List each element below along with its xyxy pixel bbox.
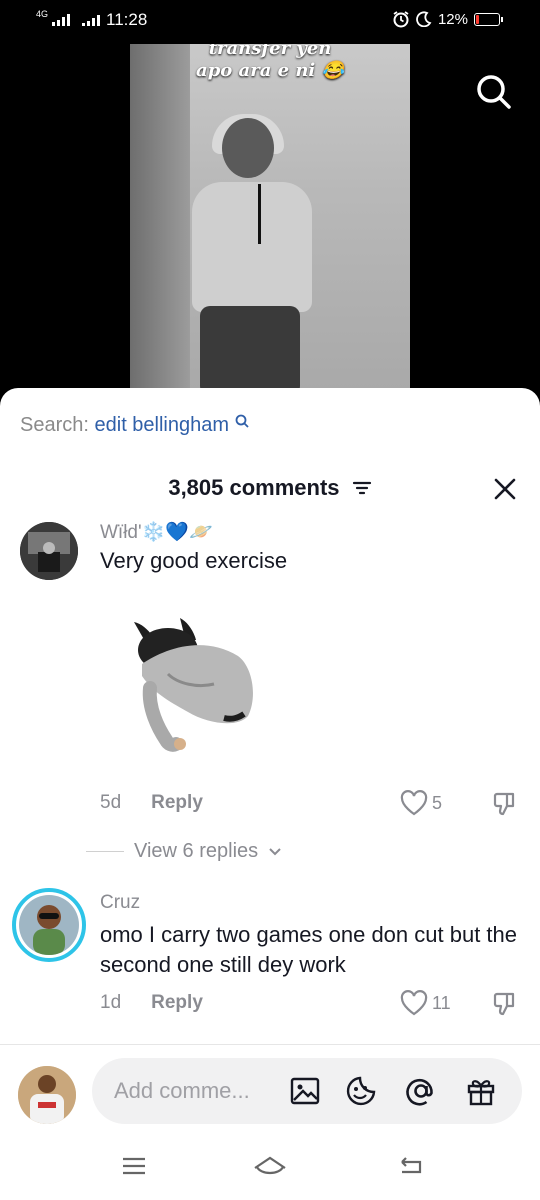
system-nav-bar	[0, 1136, 540, 1200]
search-icon[interactable]	[474, 72, 514, 112]
comments-header: 3,805 comments	[0, 474, 540, 501]
clock: 11:28	[106, 10, 148, 29]
search-suggestion-prefix: Search:	[20, 414, 89, 436]
comment-text: Very good exercise	[100, 548, 288, 573]
sticker-image	[134, 618, 253, 752]
reply-button[interactable]: Reply	[151, 792, 203, 814]
battery-icon	[474, 12, 503, 26]
like-button[interactable]: 11	[400, 990, 451, 1016]
chevron-down-icon	[269, 847, 281, 855]
like-count: 11	[432, 992, 451, 1013]
back-icon[interactable]	[396, 1154, 424, 1178]
comment-age: 5d	[100, 792, 122, 813]
sticker-icon[interactable]	[344, 1074, 378, 1108]
comments-count: 3,805 comments	[168, 475, 340, 501]
home-icon[interactable]	[252, 1154, 288, 1178]
video-wall-shape	[130, 44, 190, 390]
status-bar: 4G 11:28 12%	[0, 0, 540, 40]
my-avatar-image	[18, 1066, 76, 1124]
search-small-icon	[235, 414, 249, 428]
network-type: 4G	[36, 9, 49, 19]
search-suggestion-query: edit bellingham	[94, 414, 230, 436]
view-replies-divider	[86, 851, 124, 852]
view-replies-label: View 6 replies	[134, 840, 259, 862]
battery-percent: 12%	[437, 10, 468, 28]
my-avatar	[18, 1066, 76, 1124]
video-caption-line1: transfer yen	[208, 44, 332, 59]
comment-username[interactable]: Cruz	[100, 892, 140, 914]
moon-icon	[416, 11, 432, 27]
video-figure-jeans	[200, 306, 300, 390]
dislike-icon[interactable]	[492, 990, 520, 1018]
view-replies-button[interactable]: View 6 replies	[86, 840, 282, 863]
battery-level-fill	[476, 14, 479, 24]
sort-filter-icon[interactable]	[352, 480, 372, 496]
close-icon[interactable]	[492, 476, 518, 502]
mention-icon[interactable]	[404, 1074, 438, 1108]
comment-text: omo I carry two games one don cut but th…	[100, 922, 518, 977]
video-figure-lanyard	[258, 184, 261, 244]
heart-icon	[400, 790, 428, 816]
video-figure-torso	[192, 182, 312, 312]
comment-username[interactable]: Wïłd'❄️💙🪐	[100, 520, 213, 544]
avatar-image	[20, 522, 78, 580]
reply-button[interactable]: Reply	[151, 992, 203, 1014]
search-suggestion[interactable]: Search: edit bellingham	[20, 414, 249, 437]
alarm-icon	[393, 11, 409, 28]
image-icon[interactable]	[288, 1074, 322, 1108]
comments-sheet: Search: edit bellingham 3,805 comments W…	[0, 388, 540, 1200]
comment-input-placeholder: Add comme...	[114, 1078, 250, 1103]
input-divider	[0, 1044, 540, 1045]
comment-meta: 1d Reply	[100, 992, 203, 1014]
signal-icon	[52, 14, 71, 26]
comment-age: 1d	[100, 992, 122, 1013]
heart-icon	[400, 990, 428, 1016]
dislike-icon[interactable]	[492, 790, 520, 818]
gift-icon[interactable]	[464, 1074, 498, 1108]
menu-icon[interactable]	[120, 1154, 148, 1178]
video-figure-head	[222, 118, 274, 178]
signal-icon-2	[82, 14, 101, 26]
like-count: 5	[432, 792, 443, 813]
video-caption-line2: apo ara e ni 😂	[196, 60, 344, 81]
avatar[interactable]	[12, 888, 86, 962]
comment-meta: 5d Reply	[100, 792, 203, 814]
avatar[interactable]	[20, 522, 78, 580]
video-preview[interactable]: transfer yen apo ara e ni 😂	[130, 44, 410, 390]
avatar-image	[19, 895, 79, 955]
comment-input[interactable]: Add comme...	[92, 1058, 522, 1124]
like-button[interactable]: 5	[400, 790, 442, 816]
video-caption: transfer yen apo ara e ni 😂	[130, 44, 410, 82]
